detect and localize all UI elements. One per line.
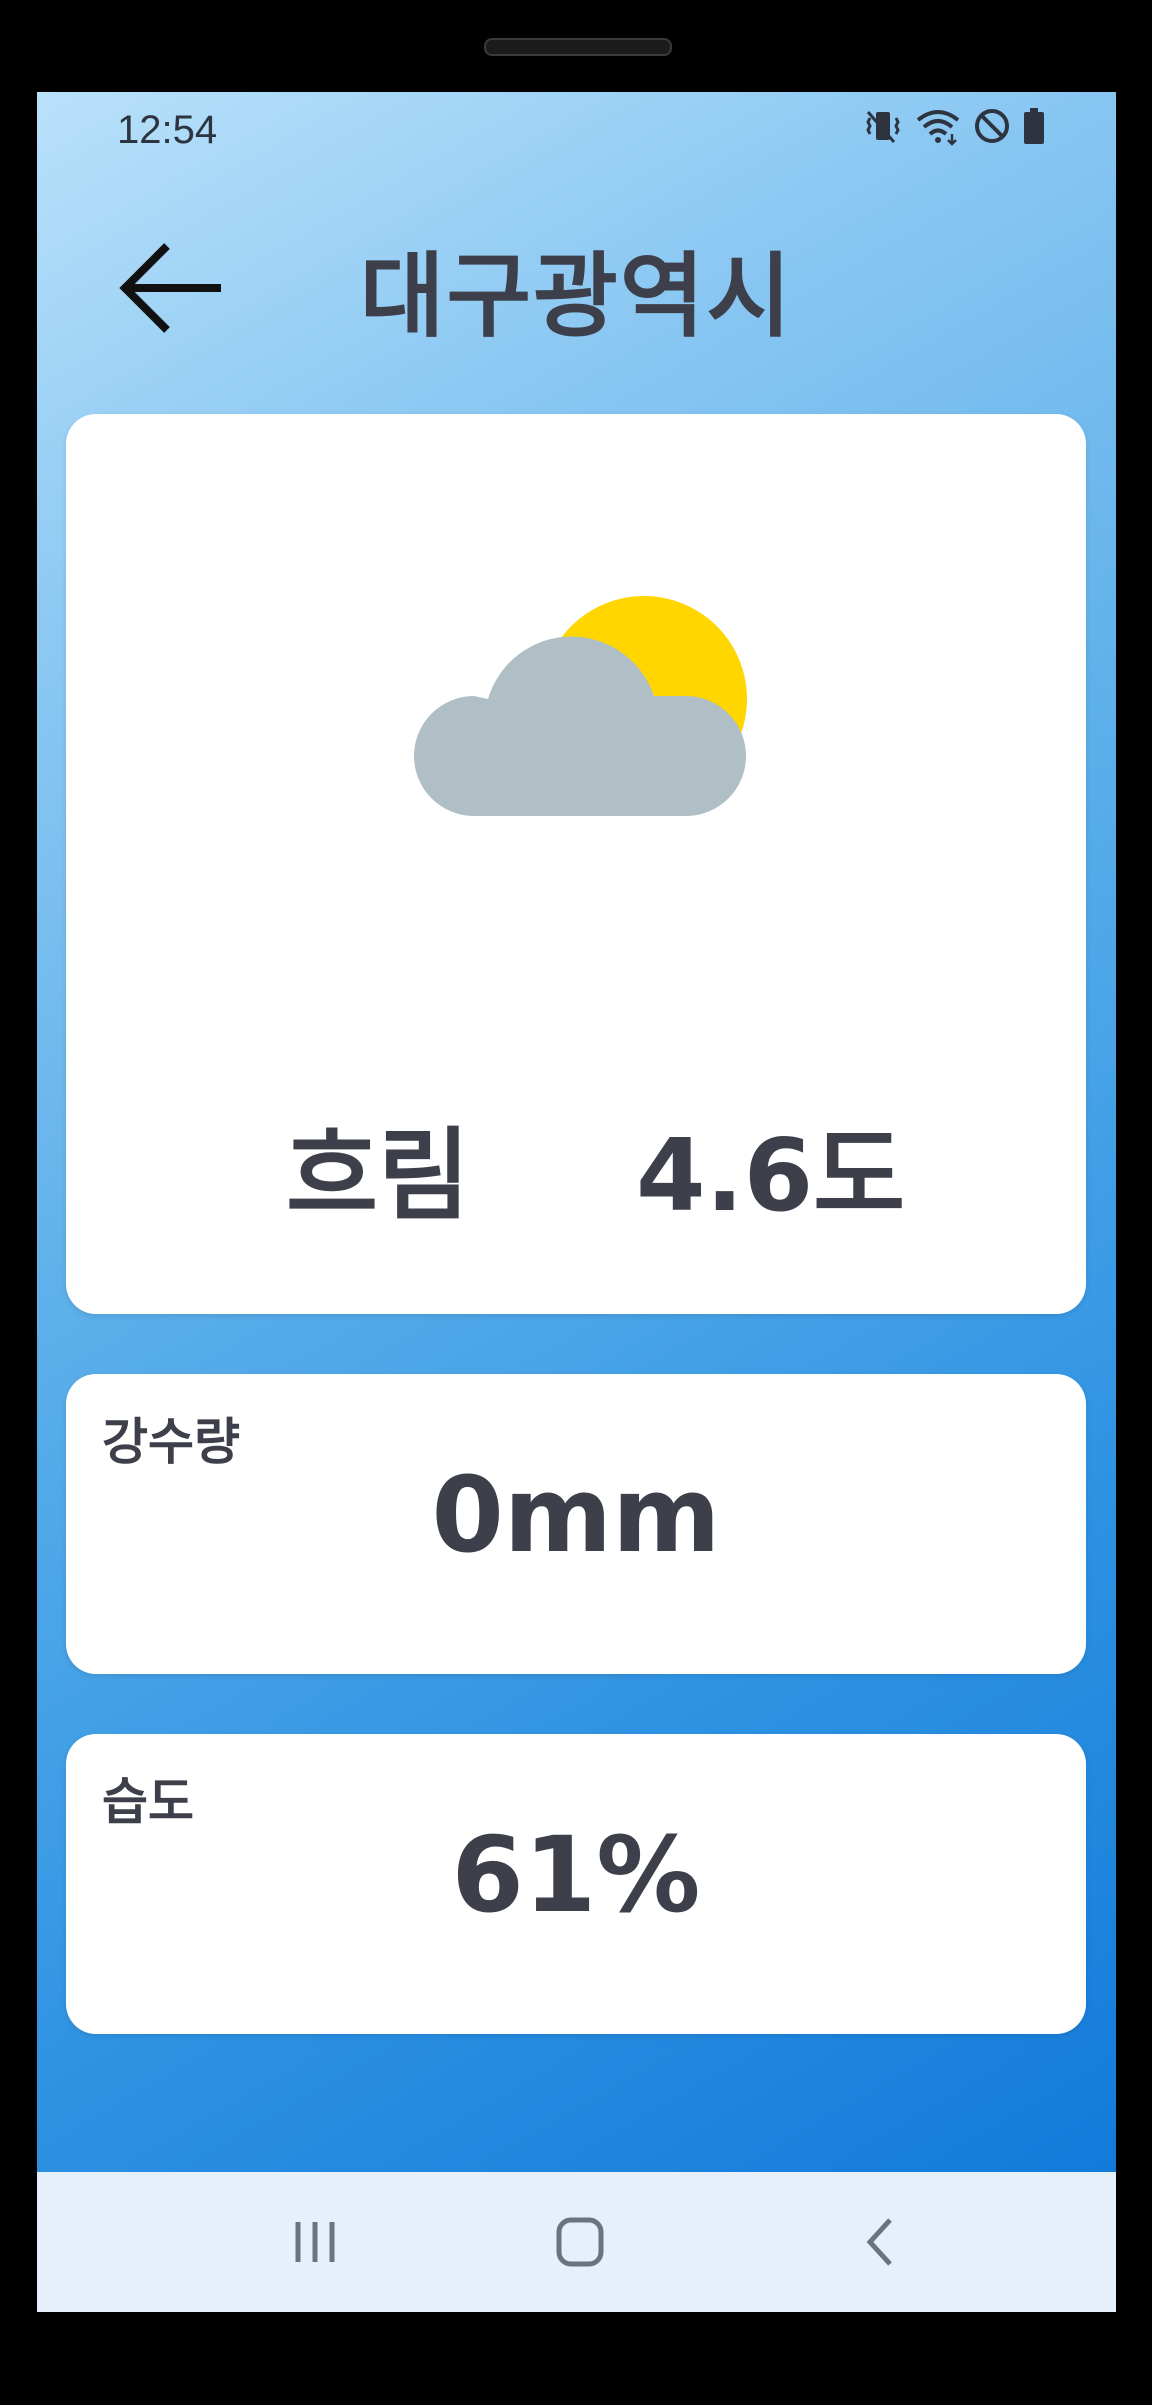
rainfall-value: 0mm — [431, 1454, 721, 1576]
temperature-value: 4.6도 — [636, 1117, 906, 1234]
rainfall-card: 강수량 0mm — [66, 1374, 1086, 1674]
back-chevron-icon — [866, 2218, 892, 2266]
phone-frame: 12:54 대구광역시 흐림 4.6도 강수량 0mm 습도 61% — [0, 0, 1152, 2405]
home-icon — [556, 2217, 604, 2267]
status-time: 12:54 — [117, 108, 218, 152]
page-title: 대구광역시 — [359, 243, 794, 350]
nav-back-button[interactable] — [820, 2202, 940, 2282]
vibrate-icon — [866, 111, 900, 143]
home-button[interactable] — [520, 2202, 640, 2282]
battery-icon — [1024, 108, 1044, 144]
status-icons — [864, 106, 1046, 146]
weather-card: 흐림 4.6도 — [66, 414, 1086, 1314]
partly-cloudy-icon — [414, 596, 747, 816]
app-header: 대구광역시 — [37, 212, 1116, 350]
humidity-card: 습도 61% — [66, 1734, 1086, 2034]
recents-button[interactable] — [255, 2202, 375, 2282]
weather-condition: 흐림 — [286, 1117, 470, 1234]
navigation-bar — [37, 2172, 1116, 2312]
do-not-disturb-icon — [975, 109, 1009, 143]
recents-icon — [295, 2222, 335, 2262]
screen: 12:54 대구광역시 흐림 4.6도 강수량 0mm 습도 61% — [37, 92, 1116, 2312]
wifi-icon — [916, 110, 960, 146]
earpiece-speaker — [484, 38, 672, 56]
humidity-value: 61% — [451, 1814, 701, 1936]
status-bar: 12:54 — [37, 92, 1116, 168]
